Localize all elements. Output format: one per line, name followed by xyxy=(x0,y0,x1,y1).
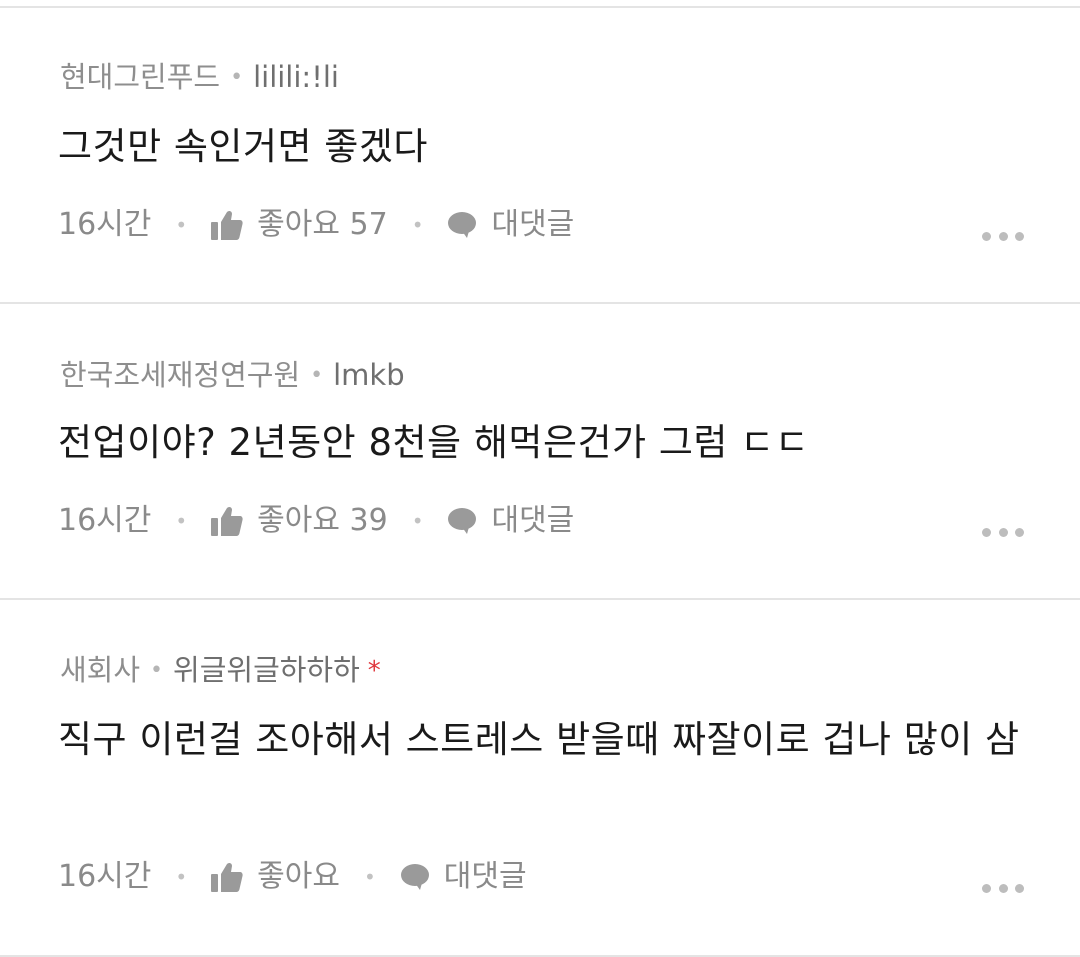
action-separator: • xyxy=(363,865,376,889)
more-horizontal-icon-dot xyxy=(982,883,991,893)
nickname[interactable]: lilili:!li xyxy=(253,63,339,92)
meta-separator: • xyxy=(230,64,244,90)
meta-separator: • xyxy=(150,657,164,683)
reply-button[interactable]: 대댓글 xyxy=(447,506,574,536)
thumbs-up-icon xyxy=(211,506,243,536)
more-horizontal-icon-dot xyxy=(998,527,1008,537)
comment-meta: 현대그린푸드 • lilili:!li xyxy=(60,63,339,92)
meta-separator: • xyxy=(310,362,324,388)
thumbs-up-icon xyxy=(211,210,243,240)
more-options-button[interactable] xyxy=(982,527,1024,537)
company-name: 한국조세재정연구원 xyxy=(60,358,301,392)
speech-bubble-icon xyxy=(400,864,429,890)
speech-bubble-icon xyxy=(448,212,477,238)
action-separator: • xyxy=(175,509,188,533)
reply-button[interactable]: 대댓글 xyxy=(400,862,527,892)
action-separator: • xyxy=(411,213,424,237)
action-separator: • xyxy=(175,213,188,237)
speech-bubble-icon xyxy=(448,508,477,534)
comment-time: 16시간 xyxy=(58,859,152,894)
comment-text: 직구 이런걸 조아해서 스트레스 받을때 짜잘이로 겁나 많이 삼 xyxy=(58,718,1020,761)
like-button[interactable]: 좋아요 39 xyxy=(211,506,388,536)
more-horizontal-icon-dot xyxy=(998,231,1008,241)
comment-meta: 새회사 • 위글위글하하하 * xyxy=(60,656,381,685)
action-separator: • xyxy=(175,865,188,889)
like-label: 좋아요 xyxy=(257,859,340,894)
comment-meta: 한국조세재정연구원 • lmkb xyxy=(60,361,405,390)
comment-time: 16시간 xyxy=(58,503,152,538)
company-name: 현대그린푸드 xyxy=(60,60,221,94)
more-horizontal-icon-dot xyxy=(1015,527,1024,537)
nickname[interactable]: lmkb xyxy=(333,361,405,390)
like-button[interactable]: 좋아요 57 xyxy=(211,210,388,240)
nickname[interactable]: 위글위글하하하 xyxy=(173,656,360,685)
reply-button[interactable]: 대댓글 xyxy=(447,210,574,240)
comment-text: 그것만 속인거면 좋겠다 xyxy=(58,125,428,168)
author-badge: * xyxy=(367,655,381,686)
comment-item: 현대그린푸드 • lilili:!li 그것만 속인거면 좋겠다 16시간 • … xyxy=(0,0,1080,302)
comment-item: 한국조세재정연구원 • lmkb 전업이야? 2년동안 8천을 해먹은건가 그럼… xyxy=(0,304,1080,598)
comment-actions: 16시간 • 좋아요 57 • 대댓글 xyxy=(58,210,574,240)
comment-item: 새회사 • 위글위글하하하 * 직구 이런걸 조아해서 스트레스 받을때 짜잘이… xyxy=(0,600,1080,955)
reply-label: 대댓글 xyxy=(443,859,527,894)
more-options-button[interactable] xyxy=(982,231,1024,241)
like-label: 좋아요 57 xyxy=(257,207,388,242)
more-options-button[interactable] xyxy=(982,883,1024,893)
action-separator: • xyxy=(411,509,424,533)
more-horizontal-icon-dot xyxy=(1015,883,1024,893)
comment-actions: 16시간 • 좋아요 • 대댓글 xyxy=(58,862,527,892)
thumbs-up-icon xyxy=(211,862,243,892)
comment-text: 전업이야? 2년동안 8천을 해먹은건가 그럼 ㄷㄷ xyxy=(58,421,810,464)
comment-feed: 현대그린푸드 • lilili:!li 그것만 속인거면 좋겠다 16시간 • … xyxy=(0,0,1080,957)
like-button[interactable]: 좋아요 xyxy=(211,862,340,892)
more-horizontal-icon-dot xyxy=(998,883,1008,893)
reply-label: 대댓글 xyxy=(491,207,575,242)
comment-actions: 16시간 • 좋아요 39 • 대댓글 xyxy=(58,506,574,536)
company-name: 새회사 xyxy=(60,653,141,687)
more-horizontal-icon-dot xyxy=(982,231,991,241)
more-horizontal-icon-dot xyxy=(1015,231,1024,241)
like-label: 좋아요 39 xyxy=(257,503,388,538)
reply-label: 대댓글 xyxy=(491,503,575,538)
more-horizontal-icon-dot xyxy=(982,527,991,537)
comment-time: 16시간 xyxy=(58,207,152,242)
